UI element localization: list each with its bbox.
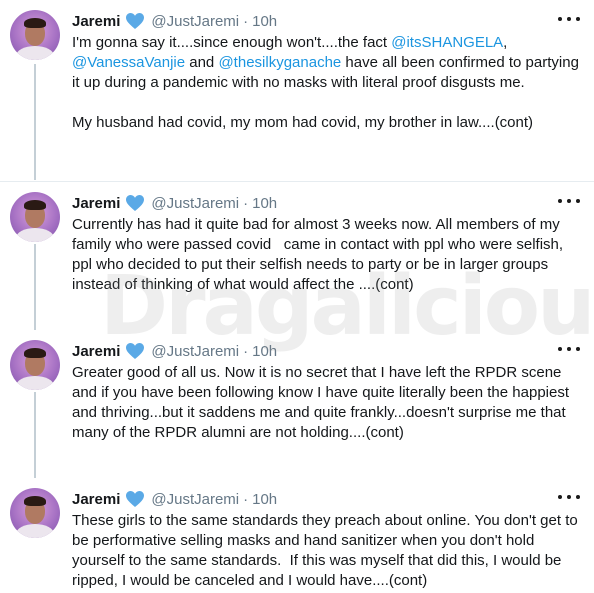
tweet-text-segment: I'm gonna say it....since enough won't..… <box>72 34 392 51</box>
mention-link[interactable]: @thesilkyganache <box>218 54 341 71</box>
timestamp[interactable]: 10h <box>252 195 277 212</box>
tweet-text-segment: Currently has had it quite bad for almos… <box>72 216 568 293</box>
avatar[interactable] <box>10 10 60 60</box>
tweet-header: Jaremi @JustJaremi · 10h <box>72 341 277 361</box>
tweet-thread: Jaremi @JustJaremi · 10h I'm gonna say i… <box>0 0 594 593</box>
tweet-text: Currently has had it quite bad for almos… <box>72 215 582 295</box>
tweet-text-segment: These girls to the same standards they p… <box>72 512 582 589</box>
blue-heart-icon <box>126 343 145 359</box>
separator-dot: · <box>243 342 249 360</box>
display-name[interactable]: Jaremi <box>72 343 120 360</box>
tweet-text: These girls to the same standards they p… <box>72 511 582 591</box>
timestamp[interactable]: 10h <box>252 491 277 508</box>
user-handle[interactable]: @JustJaremi <box>151 491 239 508</box>
tweet-text: I'm gonna say it....since enough won't..… <box>72 33 582 133</box>
avatar[interactable] <box>10 488 60 538</box>
more-dots-icon[interactable] <box>558 490 580 504</box>
tweet-header: Jaremi @JustJaremi · 10h <box>72 489 277 509</box>
tweet[interactable]: Jaremi @JustJaremi · 10h Currently has h… <box>0 182 594 330</box>
display-name[interactable]: Jaremi <box>72 13 120 30</box>
separator-dot: · <box>243 194 249 212</box>
tweet-text: Greater good of all us. Now it is no sec… <box>72 363 582 443</box>
timestamp[interactable]: 10h <box>252 343 277 360</box>
avatar[interactable] <box>10 192 60 242</box>
blue-heart-icon <box>126 195 145 211</box>
tweet[interactable]: Jaremi @JustJaremi · 10h These girls to … <box>0 478 594 593</box>
separator-dot: · <box>243 12 249 30</box>
tweet-header: Jaremi @JustJaremi · 10h <box>72 193 277 213</box>
more-dots-icon[interactable] <box>558 342 580 356</box>
more-dots-icon[interactable] <box>558 194 580 208</box>
timestamp[interactable]: 10h <box>252 13 277 30</box>
separator-dot: · <box>243 490 249 508</box>
tweet[interactable]: Jaremi @JustJaremi · 10h I'm gonna say i… <box>0 0 594 180</box>
thread-connector-line <box>34 244 36 330</box>
mention-link[interactable]: @VanessaVanjie <box>72 54 185 71</box>
mention-link[interactable]: @itsSHANGELA <box>391 34 503 51</box>
blue-heart-icon <box>126 13 145 29</box>
user-handle[interactable]: @JustJaremi <box>151 195 239 212</box>
avatar[interactable] <box>10 340 60 390</box>
display-name[interactable]: Jaremi <box>72 491 120 508</box>
tweet-text-segment: Greater good of all us. Now it is no sec… <box>72 364 574 441</box>
thread-connector-line <box>34 392 36 478</box>
user-handle[interactable]: @JustJaremi <box>151 13 239 30</box>
more-dots-icon[interactable] <box>558 12 580 26</box>
user-handle[interactable]: @JustJaremi <box>151 343 239 360</box>
tweet[interactable]: Jaremi @JustJaremi · 10h Greater good of… <box>0 330 594 478</box>
blue-heart-icon <box>126 491 145 507</box>
thread-connector-line <box>34 64 36 180</box>
tweet-text-segment: and <box>185 54 219 71</box>
display-name[interactable]: Jaremi <box>72 195 120 212</box>
tweet-text-segment: , <box>503 34 512 51</box>
tweet-header: Jaremi @JustJaremi · 10h <box>72 11 277 31</box>
